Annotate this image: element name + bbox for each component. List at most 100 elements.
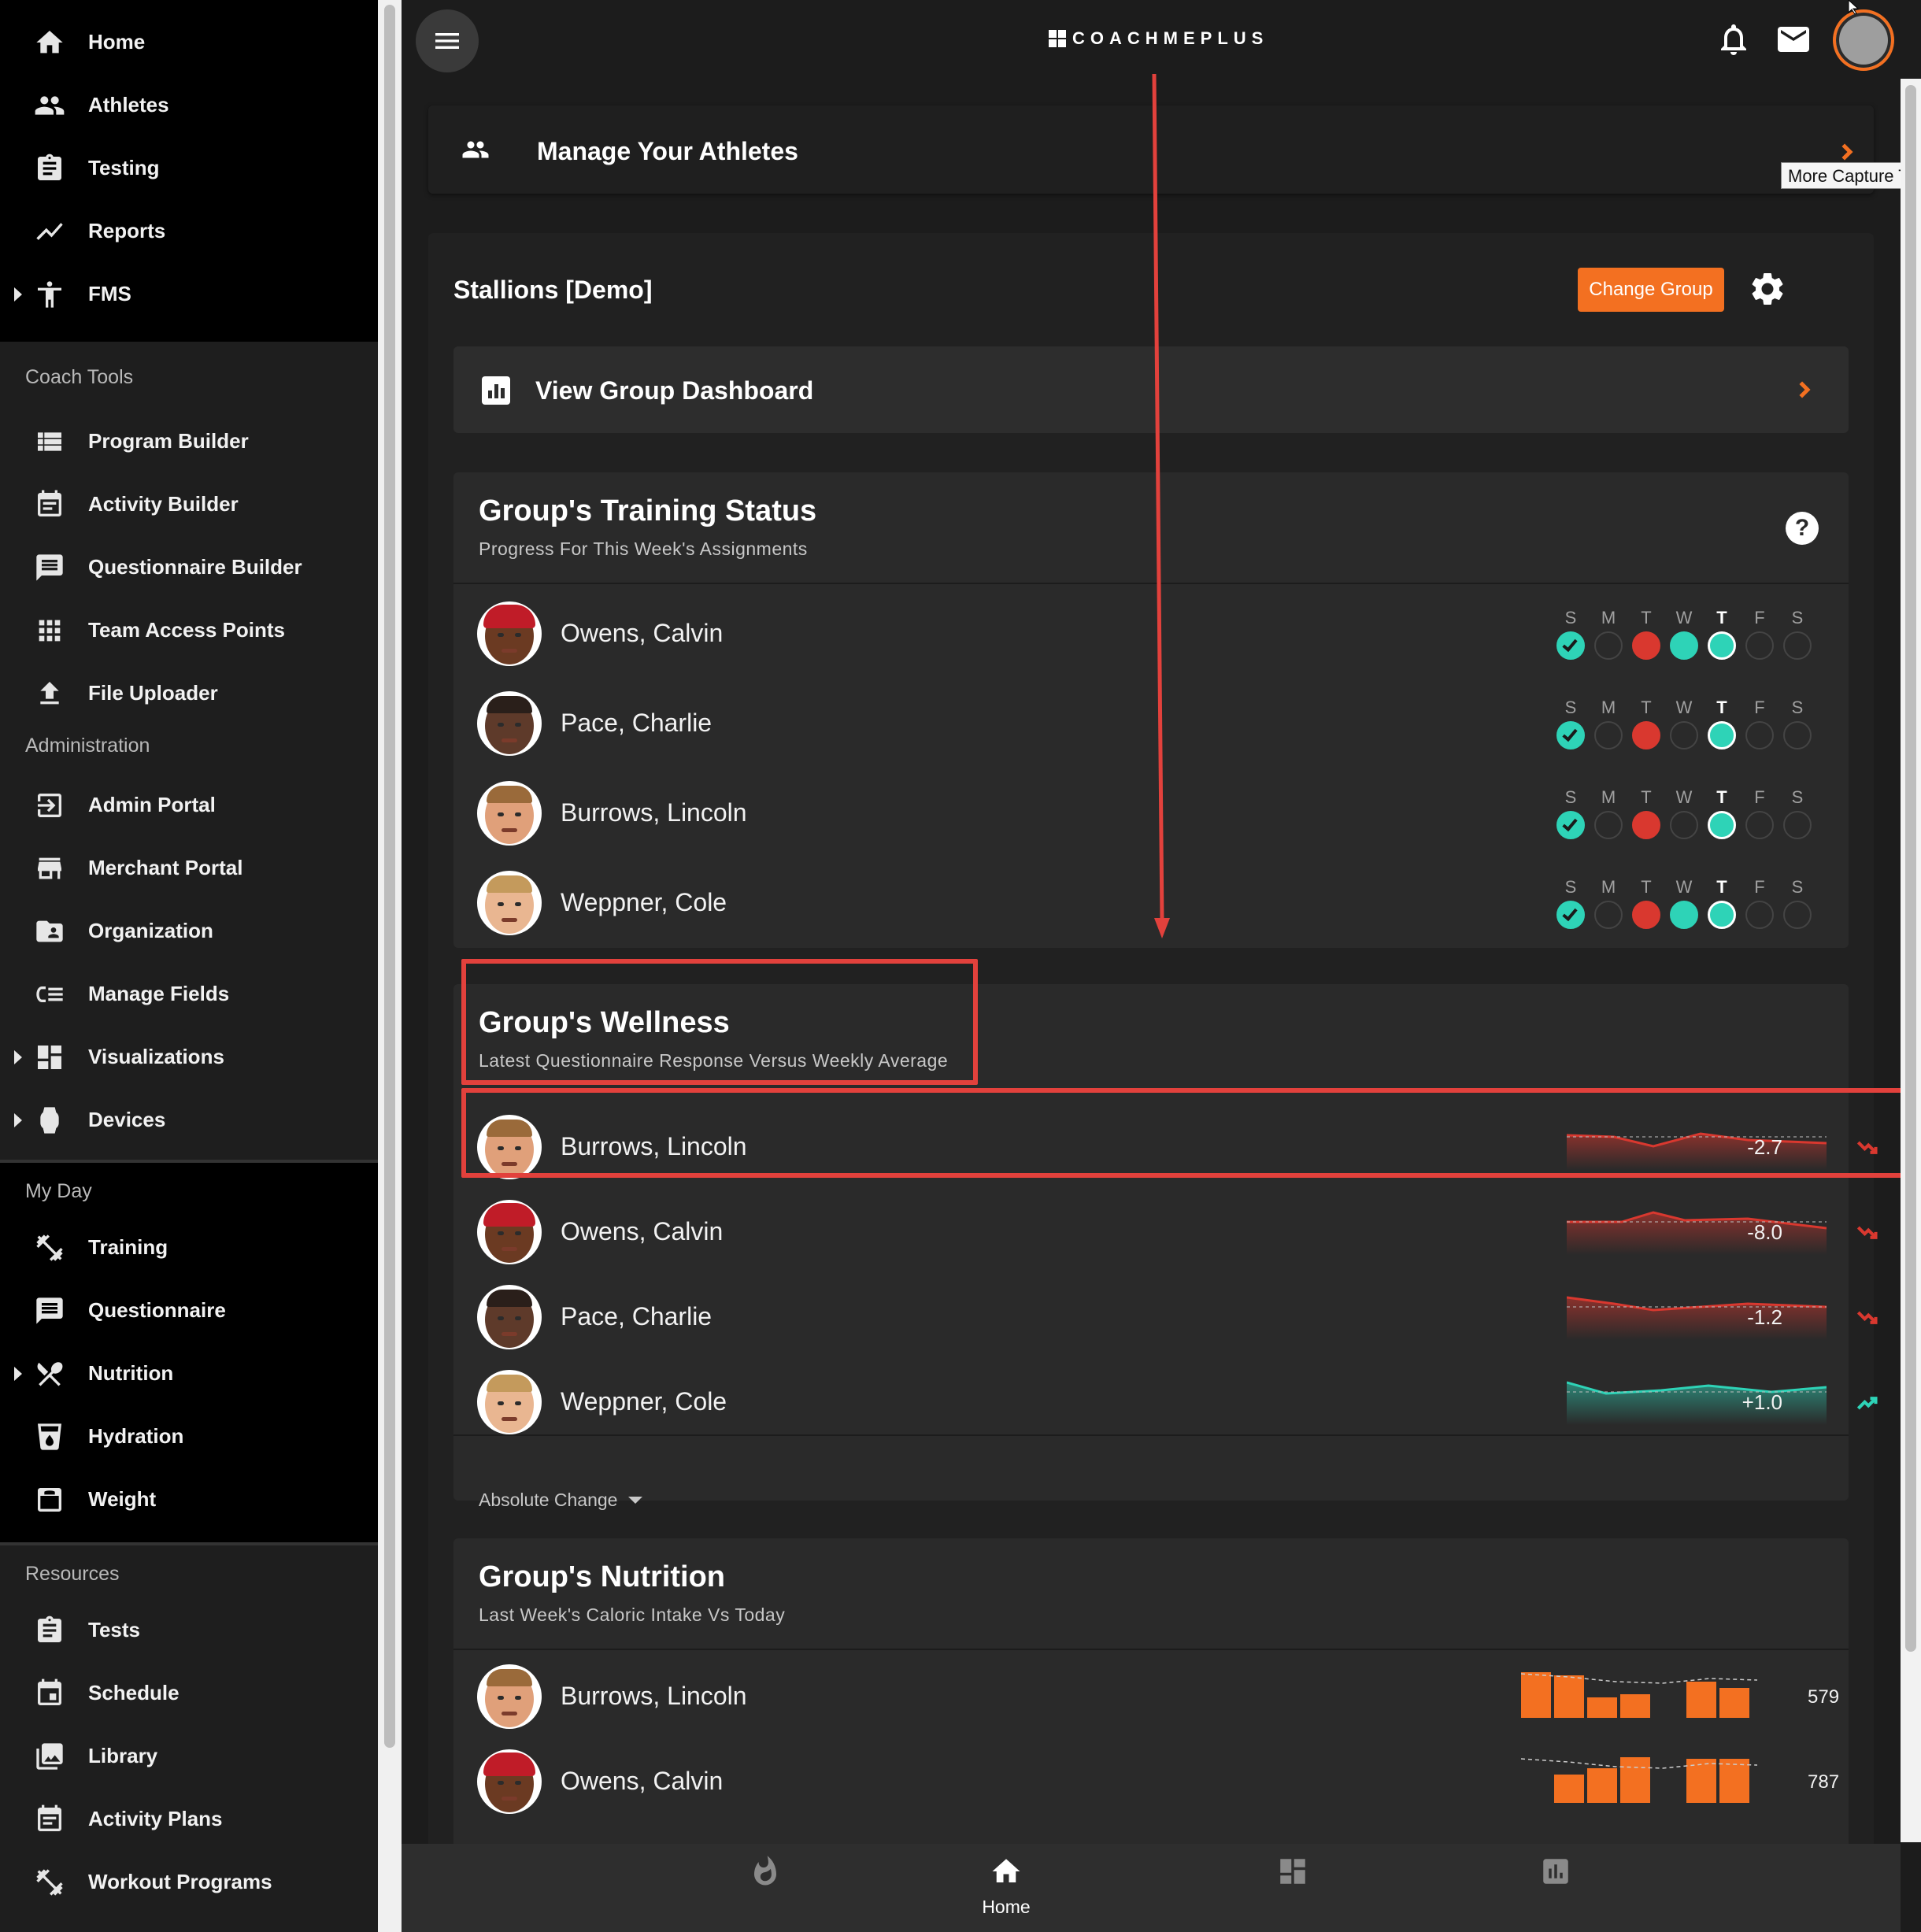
sidebar-item-schedule[interactable]: Schedule — [0, 1662, 378, 1725]
day-status: T — [1631, 787, 1661, 839]
day-label: T — [1716, 698, 1727, 717]
flame-icon — [754, 1856, 776, 1886]
sidebar-item-admin-portal[interactable]: Admin Portal — [0, 774, 378, 837]
sidebar-item-workout-programs[interactable]: Workout Programs — [0, 1851, 378, 1914]
training-row[interactable]: Pace, Charlie S M T W T F S — [453, 679, 1849, 768]
sidebar-item-manage-fields[interactable]: Manage Fields — [0, 963, 378, 1026]
bottom-nav-label: Home — [982, 1897, 1031, 1917]
sidebar-item-tests[interactable]: Tests — [0, 1599, 378, 1662]
sidebar-item-activity-builder[interactable]: Activity Builder — [0, 473, 378, 536]
day-status: F — [1745, 787, 1775, 839]
bottom-nav-reports[interactable] — [1508, 1855, 1603, 1926]
training-row[interactable]: Burrows, Lincoln S M T W T F S — [453, 768, 1849, 858]
wellness-change-value: -8.0 — [1747, 1220, 1782, 1244]
day-label: F — [1754, 787, 1765, 807]
change-mode-dropdown[interactable]: Absolute Change — [479, 1490, 643, 1511]
nutrition-row[interactable]: Burrows, Lincoln 579 — [453, 1655, 1849, 1740]
mail-icon — [1778, 27, 1809, 52]
day-status: T — [1631, 698, 1661, 749]
empty-dot — [1594, 811, 1623, 839]
day-label: W — [1675, 787, 1693, 807]
sidebar-item-library[interactable]: Library — [0, 1725, 378, 1788]
day-label: S — [1564, 698, 1577, 717]
profile-avatar[interactable] — [1833, 9, 1894, 71]
menu-button[interactable] — [416, 9, 479, 72]
sidebar-item-questionnaire-builder[interactable]: Questionnaire Builder — [0, 536, 378, 599]
empty-dot — [1783, 811, 1812, 839]
sidebar-item-devices[interactable]: Devices — [0, 1089, 378, 1152]
wellness-change-value: -1.2 — [1747, 1305, 1782, 1329]
expand-caret-icon[interactable] — [14, 287, 22, 302]
training-status-subtitle: Progress For This Week's Assignments — [479, 539, 808, 559]
sidebar-item-home[interactable]: Home — [0, 11, 378, 74]
manage-athletes-title: Manage Your Athletes — [537, 137, 798, 165]
change-group-button[interactable]: Change Group — [1578, 268, 1724, 312]
tooltip: More Capture Ty — [1781, 162, 1901, 189]
sidebar-item-label: Organization — [88, 919, 213, 942]
missed-dot — [1632, 721, 1660, 749]
sidebar-item-file-uploader[interactable]: File Uploader — [0, 662, 378, 725]
chevron-right-icon[interactable] — [1792, 378, 1816, 402]
nutrition-row[interactable]: Owens, Calvin 787 — [453, 1740, 1849, 1825]
day-label: W — [1675, 877, 1693, 897]
sidebar-item-nutrition[interactable]: Nutrition — [0, 1342, 378, 1405]
bottom-nav-home[interactable]: Home — [959, 1855, 1053, 1926]
day-label: T — [1716, 877, 1727, 897]
day-status: T — [1631, 608, 1661, 660]
view-group-dashboard-card[interactable]: View Group Dashboard — [453, 346, 1849, 433]
sidebar-item-team-access-points[interactable]: Team Access Points — [0, 599, 378, 662]
scrollbar-thumb[interactable] — [1905, 85, 1916, 1652]
training-row[interactable]: Owens, Calvin S M T W T F S — [453, 589, 1849, 679]
day-label: S — [1791, 787, 1804, 807]
day-label: S — [1564, 877, 1577, 897]
calendar-list-icon — [33, 1804, 66, 1835]
manage-athletes-card[interactable]: Manage Your Athletes — [428, 105, 1874, 194]
check-icon — [1562, 905, 1578, 922]
chevron-right-icon[interactable] — [1834, 140, 1858, 164]
missed-dot — [1632, 901, 1660, 929]
sidebar-item-merchant-portal[interactable]: Merchant Portal — [0, 837, 378, 900]
wellness-row[interactable]: Pace, Charlie -1.2 — [453, 1275, 1878, 1360]
main-scrollbar[interactable] — [1901, 79, 1921, 1842]
sidebar-item-visualizations[interactable]: Visualizations — [0, 1026, 378, 1089]
sidebar-item-organization[interactable]: Organization — [0, 900, 378, 963]
sidebar-item-label: Home — [88, 30, 146, 54]
sidebar-item-label: Devices — [88, 1108, 166, 1131]
bottom-nav-dashboard[interactable] — [1246, 1855, 1340, 1926]
sidebar-item-training[interactable]: Training — [0, 1216, 378, 1279]
expand-caret-icon[interactable] — [14, 1367, 22, 1381]
sidebar-item-athletes[interactable]: Athletes — [0, 74, 378, 137]
training-row[interactable]: Weppner, Cole S M T W T F S — [453, 858, 1849, 948]
athlete-name: Pace, Charlie — [561, 709, 713, 737]
sidebar-item-questionnaire[interactable]: Questionnaire — [0, 1279, 378, 1342]
app-logo[interactable]: COACHMEPLUS — [1049, 28, 1268, 49]
help-icon[interactable]: ? — [1786, 512, 1819, 545]
empty-dot — [1594, 631, 1623, 660]
section-header: Coach Tools — [25, 366, 134, 388]
sidebar-item-activity-plans[interactable]: Activity Plans — [0, 1788, 378, 1851]
messages-button[interactable] — [1775, 20, 1812, 58]
sidebar-item-fms[interactable]: FMS — [0, 263, 378, 326]
expand-caret-icon[interactable] — [14, 1050, 22, 1064]
day-status: S — [1556, 877, 1586, 929]
sidebar-item-hydration[interactable]: Hydration — [0, 1405, 378, 1468]
group-settings-button[interactable] — [1748, 269, 1787, 309]
wellness-row[interactable]: Weppner, Cole +1.0 — [453, 1360, 1878, 1445]
wellness-row[interactable]: Owens, Calvin -8.0 — [453, 1190, 1878, 1275]
bottom-nav-activity[interactable] — [718, 1855, 812, 1926]
main-content: COACHMEPLUS Manage Your Athletes More Ca… — [402, 0, 1901, 1932]
completed-dot — [1708, 631, 1736, 660]
wellness-sparkline — [1567, 1132, 1827, 1170]
sidebar-scrollbar[interactable] — [378, 0, 402, 1932]
day-status: S — [1556, 608, 1586, 660]
scrollbar-thumb[interactable] — [384, 5, 395, 1748]
sidebar-item-program-builder[interactable]: Program Builder — [0, 410, 378, 473]
sidebar-item-testing[interactable]: Testing — [0, 137, 378, 200]
completed-dot — [1556, 811, 1585, 839]
athletes-icon — [33, 90, 66, 121]
sidebar-item-reports[interactable]: Reports — [0, 200, 378, 263]
expand-caret-icon[interactable] — [14, 1113, 22, 1127]
sidebar-item-weight[interactable]: Weight — [0, 1468, 378, 1531]
wellness-row[interactable]: Burrows, Lincoln -2.7 — [453, 1105, 1878, 1190]
notifications-button[interactable] — [1715, 20, 1753, 58]
